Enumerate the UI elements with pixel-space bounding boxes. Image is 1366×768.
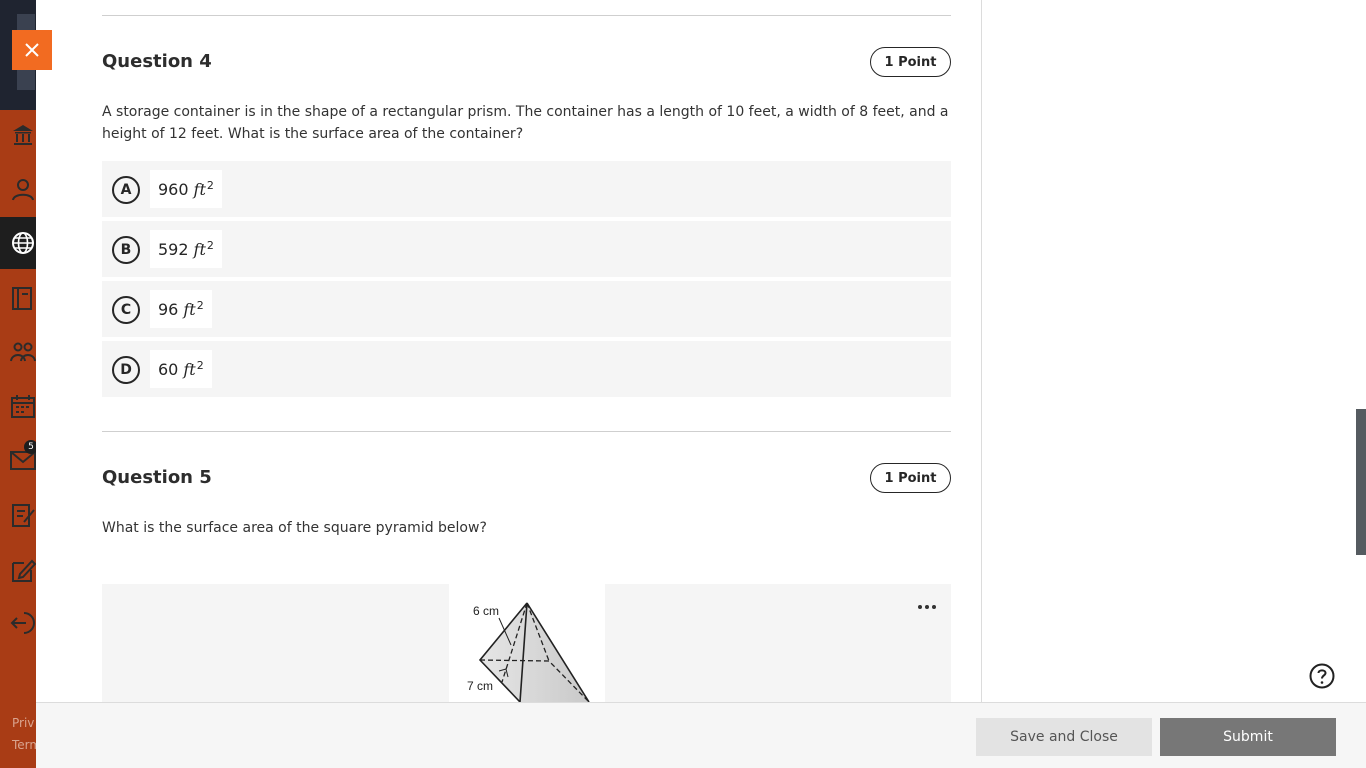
globe-icon[interactable] — [10, 230, 36, 256]
tools-icon[interactable] — [10, 557, 36, 583]
question-5-title: Question 5 — [102, 467, 212, 488]
terms-link[interactable]: Term — [12, 738, 36, 752]
pyramid-base-label: 7 cm — [467, 679, 493, 693]
choice-c-unit: ft — [183, 299, 196, 319]
app-nav-rail: 5 Priv Term — [0, 0, 38, 768]
question-list: Question 4 1 Point A storage container i… — [102, 0, 951, 702]
choice-a-value: 960 ft 2 — [150, 170, 222, 208]
close-icon — [25, 43, 39, 57]
choice-d[interactable]: D 60 ft 2 — [102, 341, 951, 397]
choice-b-number: 592 — [158, 239, 189, 259]
choice-c-number: 96 — [158, 299, 179, 319]
choice-d-unit: ft — [183, 359, 196, 379]
question-5-text: What is the surface area of the square p… — [102, 520, 487, 536]
section-divider — [102, 15, 951, 16]
question-5-image-block: 6 cm 7 cm — [102, 584, 951, 702]
scrollbar-track[interactable] — [1356, 0, 1366, 702]
question-4-title: Question 4 — [102, 51, 212, 72]
choice-b[interactable]: B 592 ft 2 — [102, 221, 951, 277]
courses-icon[interactable] — [10, 285, 36, 311]
question-5-points-badge: 1 Point — [870, 463, 951, 493]
save-and-close-button[interactable]: Save and Close — [976, 718, 1152, 756]
submit-button[interactable]: Submit — [1160, 718, 1336, 756]
choice-c-exponent: 2 — [196, 298, 204, 312]
pyramid-height-label: 6 cm — [473, 604, 499, 618]
choice-a-letter: A — [112, 176, 140, 204]
choice-a-number: 960 — [158, 179, 189, 199]
choice-b-letter: B — [112, 236, 140, 264]
choice-c-letter: C — [112, 296, 140, 324]
close-panel-button[interactable] — [12, 30, 52, 70]
profile-icon[interactable] — [10, 176, 36, 202]
groups-icon[interactable] — [10, 339, 36, 365]
help-icon[interactable] — [1309, 663, 1335, 689]
panel-divider — [981, 0, 982, 702]
choice-c-value: 96 ft 2 — [150, 290, 212, 328]
question-4-text: A storage container is in the shape of a… — [102, 104, 949, 142]
choice-c[interactable]: C 96 ft 2 — [102, 281, 951, 337]
choice-a[interactable]: A 960 ft 2 — [102, 161, 951, 217]
choice-d-exponent: 2 — [196, 358, 204, 372]
choice-b-unit: ft — [193, 239, 206, 259]
choice-a-exponent: 2 — [206, 178, 214, 192]
choice-b-value: 592 ft 2 — [150, 230, 222, 268]
pyramid-figure: 6 cm 7 cm — [449, 584, 605, 702]
choice-d-number: 60 — [158, 359, 179, 379]
question-divider — [102, 431, 951, 432]
sign-out-icon[interactable] — [10, 610, 36, 636]
scrollbar-thumb[interactable] — [1356, 409, 1366, 555]
assessment-panel: Question 4 1 Point A storage container i… — [36, 0, 1366, 768]
choice-b-exponent: 2 — [206, 238, 214, 252]
calendar-icon[interactable] — [10, 393, 36, 419]
choice-d-letter: D — [112, 356, 140, 384]
more-options-icon[interactable] — [916, 600, 938, 614]
choice-a-unit: ft — [193, 179, 206, 199]
choice-d-value: 60 ft 2 — [150, 350, 212, 388]
privacy-link[interactable]: Priv — [12, 716, 36, 730]
question-4-points-badge: 1 Point — [870, 47, 951, 77]
institution-icon[interactable] — [10, 121, 36, 147]
grades-icon[interactable] — [10, 502, 36, 528]
assessment-footer: Save and Close Submit — [36, 702, 1366, 768]
